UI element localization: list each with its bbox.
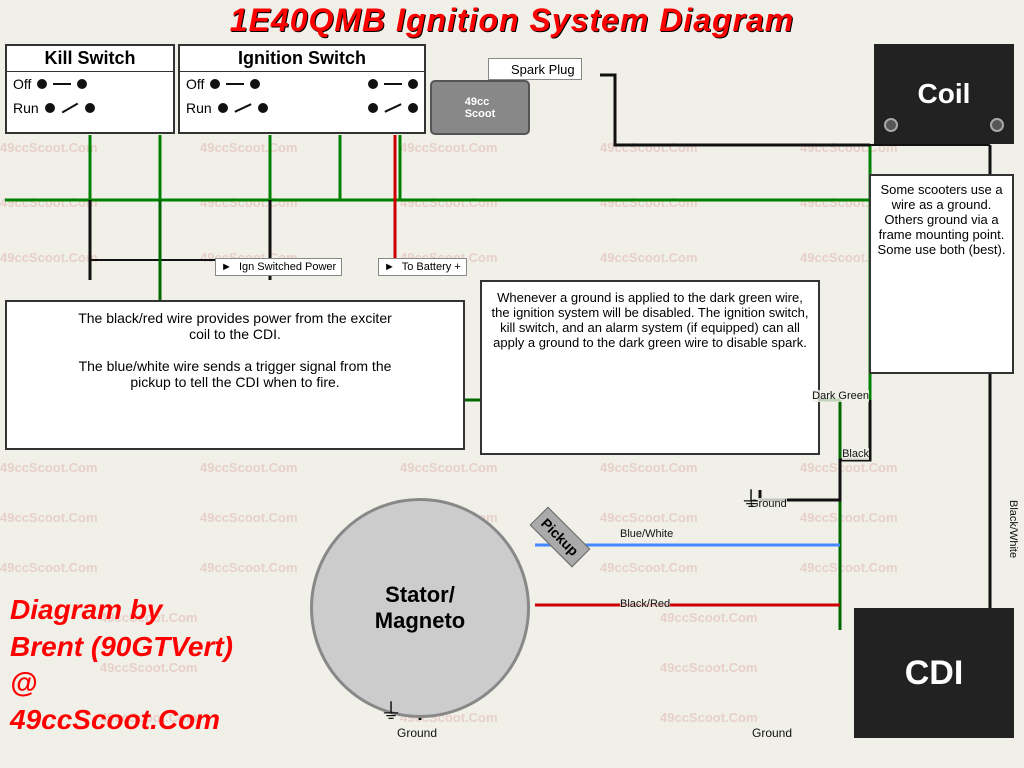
kill-switch-run-label: Run bbox=[13, 100, 39, 116]
kill-switch-title: Kill Switch bbox=[7, 46, 173, 72]
kill-switch-run-row: Run bbox=[7, 96, 173, 120]
ignition-switch-title: Ignition Switch bbox=[180, 46, 424, 72]
kill-switch-dot4 bbox=[85, 103, 95, 113]
wm4: 49ccScoot.Com bbox=[600, 140, 698, 155]
ignition-switch-box: Ignition Switch Off Run bbox=[178, 44, 426, 134]
wm3: 49ccScoot.Com bbox=[400, 140, 498, 155]
wm22: 49ccScoot.Com bbox=[200, 510, 298, 525]
coil-terminal-right bbox=[990, 118, 1004, 132]
wm27: 49ccScoot.Com bbox=[200, 560, 298, 575]
coil-box: Coil bbox=[874, 44, 1014, 144]
ignition-cylinder: 49ccScoot bbox=[430, 80, 530, 135]
wm20: 49ccScoot.Com bbox=[800, 460, 898, 475]
spark-plug-arrow bbox=[495, 61, 507, 77]
kill-switch-dot3 bbox=[45, 103, 55, 113]
info-left-line1: The black/red wire provides power from t… bbox=[15, 310, 455, 326]
dark-green-label: Dark Green bbox=[812, 390, 869, 402]
credit-line2: Brent (90GTVert) bbox=[10, 629, 233, 665]
ground-label-1: Ground bbox=[752, 726, 792, 740]
kill-switch-off-row: Off bbox=[7, 72, 173, 96]
blue-white-label: Blue/White bbox=[620, 528, 673, 540]
ign-dot5 bbox=[218, 103, 228, 113]
page-title: 1E40QMB Ignition System Diagram bbox=[0, 2, 1024, 39]
wm19: 49ccScoot.Com bbox=[600, 460, 698, 475]
credit-line3: @ bbox=[10, 665, 233, 701]
wm24: 49ccScoot.Com bbox=[600, 510, 698, 525]
wm39: 49ccScoot.Com bbox=[660, 710, 758, 725]
wm26: 49ccScoot.Com bbox=[0, 560, 98, 575]
ign-dot4 bbox=[408, 79, 418, 89]
info-left-line5: pickup to tell the CDI when to fire. bbox=[15, 374, 455, 390]
wm16: 49ccScoot.Com bbox=[0, 460, 98, 475]
wm14: 49ccScoot.Com bbox=[600, 250, 698, 265]
info-left-line4: The blue/white wire sends a trigger sign… bbox=[15, 358, 455, 374]
ign-dot6 bbox=[258, 103, 268, 113]
wm17: 49ccScoot.Com bbox=[200, 460, 298, 475]
ignition-run-label: Run bbox=[186, 100, 212, 116]
ign-conn1 bbox=[234, 103, 251, 112]
kill-switch-box: Kill Switch Off Run bbox=[5, 44, 175, 134]
black-label: Black bbox=[842, 448, 869, 460]
kill-switch-off-label: Off bbox=[13, 76, 31, 92]
wm2: 49ccScoot.Com bbox=[200, 140, 298, 155]
ground-label-2: Ground bbox=[397, 726, 437, 740]
black-white-label: Black/White bbox=[1007, 500, 1019, 558]
cdi-label: CDI bbox=[905, 654, 964, 693]
wm21: 49ccScoot.Com bbox=[0, 510, 98, 525]
info-left-line2: coil to the CDI. bbox=[15, 326, 455, 342]
info-box-right: Some scooters use a wire as a ground. Ot… bbox=[869, 174, 1014, 374]
credit-text: Diagram by Brent (90GTVert) @ 49ccScoot.… bbox=[10, 592, 233, 738]
ignition-off-row: Off bbox=[180, 72, 424, 96]
ign-switched-power-label: ► Ign Switched Power bbox=[215, 258, 342, 276]
ign-dash2 bbox=[384, 83, 402, 85]
ground-symbol-1: ⏚ bbox=[740, 482, 762, 514]
wm9: 49ccScoot.Com bbox=[600, 195, 698, 210]
to-battery-label: ► To Battery + bbox=[378, 258, 467, 276]
kill-switch-dot2 bbox=[77, 79, 87, 89]
ignition-run-row: Run bbox=[180, 96, 424, 120]
pickup-text: Pickup bbox=[538, 515, 582, 559]
pickup-label: Pickup bbox=[530, 507, 591, 568]
info-right-text: Some scooters use a wire as a ground. Ot… bbox=[878, 182, 1006, 257]
stator-circle: Stator/Magneto bbox=[310, 498, 530, 718]
wm8: 49ccScoot.Com bbox=[400, 195, 498, 210]
wm25: 49ccScoot.Com bbox=[800, 510, 898, 525]
wm18: 49ccScoot.Com bbox=[400, 460, 498, 475]
ign-switched-power-text: Ign Switched Power bbox=[239, 261, 336, 273]
ign-conn2 bbox=[384, 103, 401, 112]
ignition-cylinder-label: 49ccScoot bbox=[465, 96, 496, 120]
ign-dot1 bbox=[210, 79, 220, 89]
ign-dot8 bbox=[408, 103, 418, 113]
info-box-mid: Whenever a ground is applied to the dark… bbox=[480, 280, 820, 455]
wm1: 49ccScoot.Com bbox=[0, 140, 98, 155]
stator-label: Stator/Magneto bbox=[375, 582, 465, 635]
wm7: 49ccScoot.Com bbox=[200, 195, 298, 210]
ignition-off-label: Off bbox=[186, 76, 204, 92]
wm33: 49ccScoot.Com bbox=[660, 610, 758, 625]
kill-switch-conn bbox=[61, 103, 78, 114]
info-box-left: The black/red wire provides power from t… bbox=[5, 300, 465, 450]
spark-plug-text: Spark Plug bbox=[511, 62, 575, 77]
cdi-box: CDI bbox=[854, 608, 1014, 738]
ground-symbol-2: ⏚ bbox=[380, 694, 402, 726]
credit-line4: 49ccScoot.Com bbox=[10, 702, 233, 738]
coil-label: Coil bbox=[918, 78, 971, 110]
wm11: 49ccScoot.Com bbox=[0, 250, 98, 265]
wm30: 49ccScoot.Com bbox=[800, 560, 898, 575]
ign-dash1 bbox=[226, 83, 244, 85]
ign-dot3 bbox=[368, 79, 378, 89]
wm6: 49ccScoot.Com bbox=[0, 195, 98, 210]
wm36: 49ccScoot.Com bbox=[660, 660, 758, 675]
coil-terminal-left bbox=[884, 118, 898, 132]
credit-line1: Diagram by bbox=[10, 592, 233, 628]
black-red-label: Black/Red bbox=[620, 598, 670, 610]
wm29: 49ccScoot.Com bbox=[600, 560, 698, 575]
info-mid-text: Whenever a ground is applied to the dark… bbox=[492, 290, 809, 350]
kill-switch-dash bbox=[53, 83, 71, 85]
ign-dot7 bbox=[368, 103, 378, 113]
spark-plug-label: Spark Plug bbox=[488, 58, 582, 80]
to-battery-text: To Battery + bbox=[402, 261, 461, 273]
ign-dot2 bbox=[250, 79, 260, 89]
kill-switch-dot1 bbox=[37, 79, 47, 89]
